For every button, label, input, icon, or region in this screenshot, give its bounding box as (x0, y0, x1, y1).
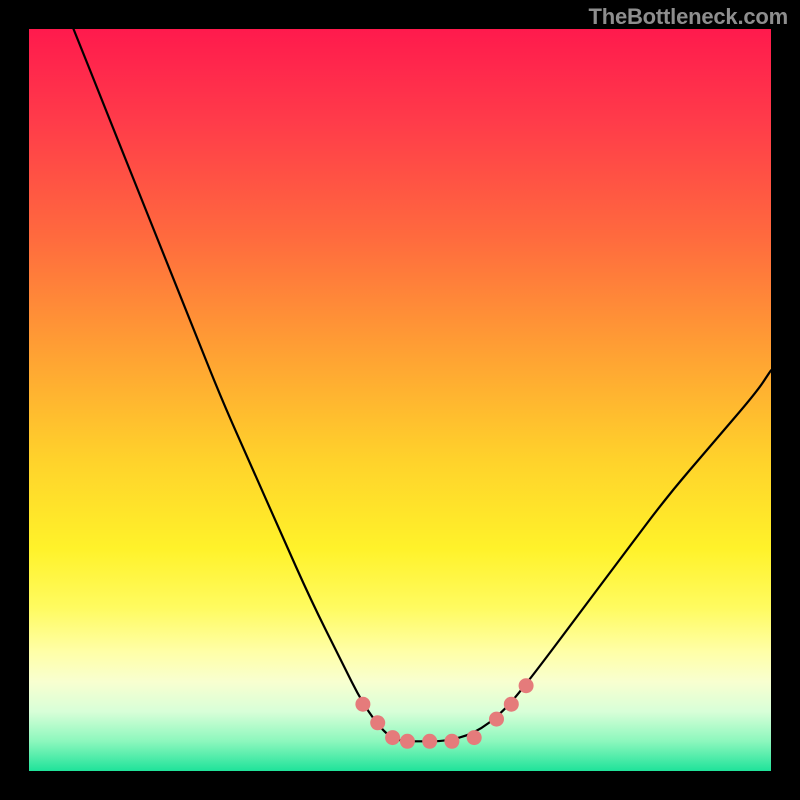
marker-dot (489, 712, 504, 727)
bottleneck-curve (74, 29, 772, 741)
curve-svg (29, 29, 771, 771)
marker-dot (385, 730, 400, 745)
plot-area (29, 29, 771, 771)
marker-dot (355, 697, 370, 712)
marker-dot (467, 730, 482, 745)
watermark-text: TheBottleneck.com (588, 4, 788, 30)
marker-dot (422, 734, 437, 749)
marker-group (355, 678, 533, 749)
marker-dot (519, 678, 534, 693)
marker-dot (370, 715, 385, 730)
marker-dot (400, 734, 415, 749)
marker-dot (504, 697, 519, 712)
chart-frame: TheBottleneck.com (0, 0, 800, 800)
marker-dot (444, 734, 459, 749)
